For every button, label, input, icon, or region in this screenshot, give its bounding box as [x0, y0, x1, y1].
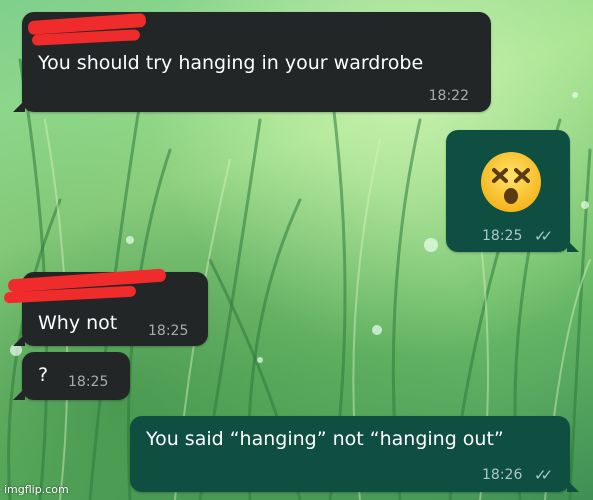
- message-timestamp: 18:26: [482, 467, 523, 483]
- message-bubble-outgoing[interactable]: 18:25 ✓✓: [446, 130, 579, 252]
- message-text: ?: [38, 364, 49, 386]
- message-timestamp: 18:22: [428, 88, 469, 104]
- dizzy-face-emoji-icon: [481, 152, 541, 212]
- message-timestamp: 18:25: [148, 323, 189, 339]
- double-check-icon: ✓✓: [534, 466, 553, 484]
- message-bubble-incoming[interactable]: ? 18:25: [13, 352, 130, 400]
- message-bubble-incoming[interactable]: You should try hanging in your wardrobe …: [13, 12, 491, 112]
- message-text: Why not: [38, 312, 118, 334]
- watermark-text: imgflip.com: [4, 483, 69, 496]
- message-text: You should try hanging in your wardrobe: [38, 52, 424, 74]
- double-check-icon: ✓✓: [534, 227, 553, 245]
- message-timestamp: 18:25: [68, 374, 109, 390]
- message-timestamp: 18:25: [482, 228, 523, 244]
- message-bubble-outgoing[interactable]: You said “hanging” not “hanging out” 18:…: [130, 416, 579, 492]
- message-bubble-incoming[interactable]: Why not 18:25: [3, 268, 208, 346]
- message-text: You said “hanging” not “hanging out”: [146, 428, 504, 450]
